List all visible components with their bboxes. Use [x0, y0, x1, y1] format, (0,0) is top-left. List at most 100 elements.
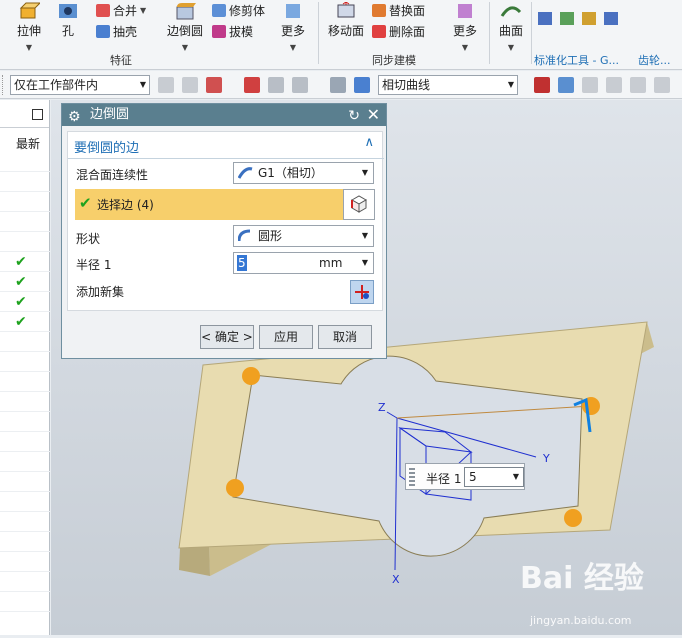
apply-button[interactable]: 应用	[259, 325, 313, 349]
selected-edge-marker[interactable]	[226, 479, 244, 497]
selected-edge-marker[interactable]	[564, 509, 582, 527]
face-icon[interactable]	[330, 77, 346, 93]
select-edge-row[interactable]: ✔ 选择边 (4)	[75, 189, 375, 220]
shell-icon	[96, 25, 110, 38]
table-row[interactable]	[0, 412, 50, 432]
unite-button[interactable]: 合并 ▼	[96, 2, 146, 19]
table-row[interactable]	[0, 512, 50, 532]
snap-icon[interactable]	[182, 77, 198, 93]
chevron-down-icon: ▼	[25, 43, 33, 52]
tool-icon[interactable]	[582, 12, 596, 25]
maximize-icon[interactable]	[32, 109, 43, 120]
table-row[interactable]	[0, 552, 50, 572]
table-row[interactable]: ✔	[0, 272, 50, 292]
radius-unit: mm	[319, 256, 343, 270]
draft-icon	[212, 25, 226, 38]
selection-scope-combo[interactable]: 仅在工作部件内 ▼	[10, 75, 150, 95]
draft-button[interactable]: 拔模	[212, 23, 253, 40]
curve-rule-combo[interactable]: 相切曲线 ▼	[378, 75, 518, 95]
ribbon: 拉伸 ▼ 孔 合并 ▼ 抽壳 边倒圆 ▼ 修剪体 拔模 更多 ▼ 移动面 替换面 删除面…	[0, 0, 682, 70]
extrude-button[interactable]: 拉伸 ▼	[10, 2, 48, 53]
chevron-down-icon[interactable]: ▼	[362, 253, 368, 273]
radius-value[interactable]: 5	[237, 255, 247, 271]
table-row[interactable]	[0, 212, 50, 232]
shape-select[interactable]: 圆形 ▼	[233, 225, 374, 247]
select-edge-button[interactable]	[343, 189, 375, 220]
hole-button[interactable]: 孔	[54, 2, 82, 39]
follow-fillet-icon[interactable]	[558, 77, 574, 93]
check-icon: ✔	[15, 314, 27, 330]
continuity-select[interactable]: G1（相切） ▼	[233, 162, 374, 184]
table-row[interactable]	[0, 472, 50, 492]
add-new-set-button[interactable]	[350, 280, 374, 304]
table-row[interactable]	[0, 152, 50, 172]
trim-body-button[interactable]: 修剪体	[212, 2, 265, 19]
table-row[interactable]	[0, 452, 50, 472]
table-row[interactable]	[0, 432, 50, 452]
table-row[interactable]	[0, 392, 50, 412]
delete-face-icon	[372, 25, 386, 38]
y-axis-label: Y	[542, 452, 550, 465]
table-row[interactable]	[0, 192, 50, 212]
group-label-gear[interactable]: 齿轮...	[638, 52, 671, 68]
filter-icon[interactable]	[158, 77, 174, 93]
tool-icon[interactable]	[560, 12, 574, 25]
reset-icon[interactable]: ↻	[348, 105, 360, 127]
dialog-title-bar[interactable]: ⚙ 边倒圆 ↻ ✕	[62, 104, 386, 126]
gear-icon[interactable]: ⚙	[68, 106, 81, 128]
chain-icon[interactable]	[582, 77, 598, 93]
selected-edge-marker[interactable]	[242, 367, 260, 385]
point-snap-icon[interactable]	[244, 77, 260, 93]
radius-input[interactable]: 5 mm ▼	[233, 252, 374, 274]
feature-more-button[interactable]: 更多 ▼	[276, 2, 310, 53]
cancel-button[interactable]: 取消	[318, 325, 372, 349]
onscreen-radius-input[interactable]: 半径 1 5 ▼	[405, 463, 525, 490]
chevron-down-icon[interactable]: ▼	[513, 468, 519, 486]
edge-blend-button[interactable]: 边倒圆 ▼	[164, 2, 206, 53]
table-row[interactable]	[0, 532, 50, 552]
line-icon[interactable]	[606, 77, 622, 93]
close-icon[interactable]: ✕	[367, 104, 380, 126]
tool-icon[interactable]	[604, 12, 618, 25]
column-header-latest[interactable]: 最新	[16, 135, 40, 152]
ribbon-divider	[489, 2, 490, 64]
table-row[interactable]: ✔	[0, 312, 50, 332]
table-row[interactable]	[0, 372, 50, 392]
table-row[interactable]	[0, 232, 50, 252]
shell-button[interactable]: 抽壳	[96, 23, 137, 40]
table-row[interactable]	[0, 592, 50, 612]
part-navigator: 最新 ✔ ✔ ✔ ✔	[0, 100, 50, 635]
chevron-up-icon[interactable]: ∧	[364, 135, 374, 150]
body-icon[interactable]	[354, 77, 370, 93]
move-face-button[interactable]: 移动面	[326, 2, 366, 39]
trim-body-icon	[212, 4, 226, 17]
grid-icon[interactable]	[292, 77, 308, 93]
onscreen-radius-field[interactable]: 5 ▼	[464, 467, 524, 487]
drag-handle[interactable]	[409, 468, 415, 486]
table-row[interactable]	[0, 572, 50, 592]
table-row[interactable]	[0, 492, 50, 512]
curve-icon[interactable]	[630, 77, 646, 93]
table-row[interactable]	[0, 352, 50, 372]
surface-button[interactable]: 曲面 ▼	[494, 2, 528, 53]
vertex-icon[interactable]	[268, 77, 284, 93]
navigator-rows: ✔ ✔ ✔ ✔	[0, 152, 50, 612]
table-row[interactable]	[0, 172, 50, 192]
sync-more-button[interactable]: 更多 ▼	[448, 2, 482, 53]
delete-face-button[interactable]: 删除面	[372, 23, 425, 40]
table-row[interactable]	[0, 332, 50, 352]
select-edge-label: 选择边 (4)	[97, 198, 154, 212]
table-row[interactable]: ✔	[0, 292, 50, 312]
ok-button[interactable]: < 确定 >	[200, 325, 254, 349]
selection-intent-icon[interactable]	[206, 77, 222, 93]
spline-icon[interactable]	[654, 77, 670, 93]
stop-at-intersection-icon[interactable]	[534, 77, 550, 93]
tool-icon[interactable]	[538, 12, 552, 25]
toolbar-grip[interactable]	[2, 75, 5, 95]
section-title[interactable]: 要倒圆的边	[74, 137, 139, 156]
group-label-standard-tools[interactable]: 标准化工具 - G...	[534, 52, 619, 68]
replace-face-button[interactable]: 替换面	[372, 2, 425, 19]
move-face-icon	[337, 2, 355, 18]
table-row[interactable]: ✔	[0, 252, 50, 272]
baidu-watermark: Bai 经验	[520, 561, 644, 596]
